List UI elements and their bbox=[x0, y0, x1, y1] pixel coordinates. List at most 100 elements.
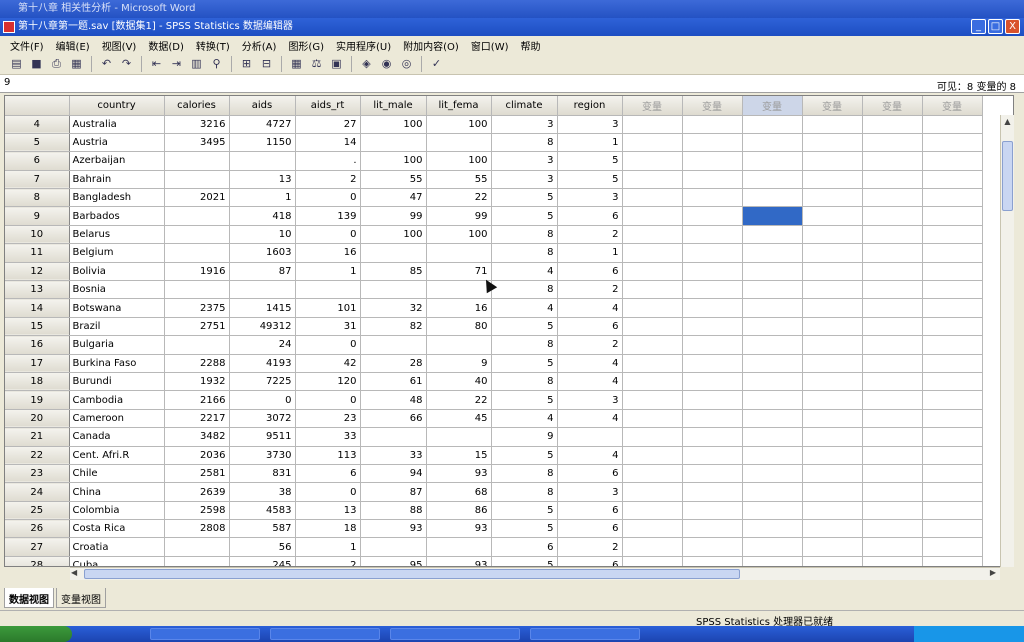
goto-variable-icon[interactable]: ⇥ bbox=[168, 55, 185, 72]
data-cell[interactable]: 2375 bbox=[164, 298, 230, 318]
empty-cell[interactable] bbox=[862, 390, 923, 410]
empty-variable-header[interactable]: 变量 bbox=[742, 96, 803, 116]
row-number[interactable]: 12 bbox=[5, 262, 70, 282]
empty-cell[interactable] bbox=[742, 188, 803, 208]
vertical-scroll-thumb[interactable] bbox=[1002, 141, 1013, 211]
empty-cell[interactable] bbox=[742, 243, 803, 263]
vertical-scrollbar[interactable]: ▲ bbox=[1000, 115, 1014, 567]
data-cell[interactable]: 2598 bbox=[164, 501, 230, 521]
data-cell[interactable]: 100 bbox=[426, 225, 492, 245]
data-cell[interactable]: 3495 bbox=[164, 133, 230, 153]
empty-cell[interactable] bbox=[802, 390, 863, 410]
cell-reference[interactable]: 9 bbox=[4, 77, 10, 88]
empty-variable-header[interactable]: 变量 bbox=[682, 96, 743, 116]
empty-cell[interactable] bbox=[622, 317, 683, 337]
data-cell[interactable]: 95 bbox=[360, 556, 427, 566]
empty-cell[interactable] bbox=[622, 115, 683, 134]
data-cell[interactable]: 100 bbox=[426, 151, 492, 171]
country-cell[interactable]: Cameroon bbox=[69, 409, 165, 429]
empty-cell[interactable] bbox=[622, 225, 683, 245]
empty-cell[interactable] bbox=[622, 390, 683, 410]
country-cell[interactable]: Colombia bbox=[69, 501, 165, 521]
data-cell[interactable] bbox=[164, 280, 230, 300]
country-cell[interactable]: China bbox=[69, 482, 165, 502]
empty-cell[interactable] bbox=[802, 188, 863, 208]
data-cell[interactable]: 4583 bbox=[229, 501, 296, 521]
data-cell[interactable]: 5 bbox=[491, 519, 558, 539]
empty-cell[interactable] bbox=[802, 372, 863, 392]
data-cell[interactable]: 6 bbox=[557, 556, 623, 566]
data-cell[interactable]: 100 bbox=[360, 115, 427, 134]
data-cell[interactable]: 113 bbox=[295, 446, 361, 465]
empty-cell[interactable] bbox=[742, 335, 803, 355]
row-number[interactable]: 25 bbox=[5, 501, 70, 521]
empty-cell[interactable] bbox=[922, 243, 983, 263]
row-number[interactable]: 16 bbox=[5, 335, 70, 355]
data-cell[interactable]: 3 bbox=[491, 170, 558, 190]
empty-cell[interactable] bbox=[622, 298, 683, 318]
empty-cell[interactable] bbox=[682, 501, 743, 521]
empty-cell[interactable] bbox=[742, 133, 803, 153]
empty-cell[interactable] bbox=[682, 206, 743, 226]
data-cell[interactable]: 93 bbox=[360, 519, 427, 539]
empty-cell[interactable] bbox=[742, 427, 803, 447]
country-cell[interactable]: Belarus bbox=[69, 225, 165, 245]
data-cell[interactable]: 4 bbox=[491, 262, 558, 282]
taskbar-item[interactable] bbox=[390, 628, 520, 640]
data-cell[interactable]: 87 bbox=[360, 482, 427, 502]
country-cell[interactable]: Burkina Faso bbox=[69, 354, 165, 373]
row-number[interactable]: 27 bbox=[5, 537, 70, 557]
split-file-icon[interactable]: ▦ bbox=[288, 55, 305, 72]
data-cell[interactable]: 0 bbox=[229, 390, 296, 410]
empty-cell[interactable] bbox=[862, 206, 923, 226]
empty-cell[interactable] bbox=[862, 427, 923, 447]
data-cell[interactable]: 55 bbox=[360, 170, 427, 190]
country-cell[interactable]: Austria bbox=[69, 133, 165, 153]
empty-cell[interactable] bbox=[922, 262, 983, 282]
data-cell[interactable]: 4727 bbox=[229, 115, 296, 134]
data-cell[interactable]: 42 bbox=[295, 354, 361, 373]
empty-cell[interactable] bbox=[622, 537, 683, 557]
menu-analyze[interactable]: 分析(A) bbox=[236, 36, 283, 53]
data-cell[interactable]: 31 bbox=[295, 317, 361, 337]
data-cell[interactable]: 47 bbox=[360, 188, 427, 208]
data-cell[interactable]: 99 bbox=[360, 206, 427, 226]
data-cell[interactable]: 2 bbox=[557, 280, 623, 300]
menu-utilities[interactable]: 实用程序(U) bbox=[330, 36, 397, 53]
data-cell[interactable] bbox=[295, 280, 361, 300]
data-cell[interactable]: 49312 bbox=[229, 317, 296, 337]
country-cell[interactable]: Bosnia bbox=[69, 280, 165, 300]
empty-cell[interactable] bbox=[922, 151, 983, 171]
empty-cell[interactable] bbox=[622, 501, 683, 521]
data-cell[interactable]: 71 bbox=[426, 262, 492, 282]
data-cell[interactable] bbox=[426, 427, 492, 447]
print-icon[interactable]: ⎙ bbox=[48, 55, 65, 72]
data-cell[interactable]: 32 bbox=[360, 298, 427, 318]
row-number[interactable]: 14 bbox=[5, 298, 70, 318]
data-cell[interactable]: 2808 bbox=[164, 519, 230, 539]
data-cell[interactable]: 2581 bbox=[164, 464, 230, 484]
data-cell[interactable]: 100 bbox=[426, 115, 492, 134]
data-cell[interactable]: 86 bbox=[426, 501, 492, 521]
data-cell[interactable]: 100 bbox=[360, 225, 427, 245]
empty-cell[interactable] bbox=[742, 262, 803, 282]
insert-variable-icon[interactable]: ⊟ bbox=[258, 55, 275, 72]
country-cell[interactable]: Cuba bbox=[69, 556, 165, 566]
open-folder-icon[interactable]: ▤ bbox=[8, 55, 25, 72]
data-cell[interactable]: 5 bbox=[491, 317, 558, 337]
data-cell[interactable]: 2217 bbox=[164, 409, 230, 429]
data-cell[interactable]: 3 bbox=[557, 115, 623, 134]
taskbar-item[interactable] bbox=[270, 628, 380, 640]
data-cell[interactable]: 87 bbox=[229, 262, 296, 282]
data-cell[interactable]: 5 bbox=[491, 446, 558, 465]
data-cell[interactable] bbox=[164, 170, 230, 190]
data-cell[interactable]: 2 bbox=[557, 335, 623, 355]
empty-cell[interactable] bbox=[622, 519, 683, 539]
empty-cell[interactable] bbox=[802, 335, 863, 355]
data-cell[interactable]: 55 bbox=[426, 170, 492, 190]
empty-cell[interactable] bbox=[682, 243, 743, 263]
row-number[interactable]: 9 bbox=[5, 206, 70, 226]
data-cell[interactable]: 1 bbox=[557, 243, 623, 263]
row-number[interactable]: 18 bbox=[5, 372, 70, 392]
dialog-recall-icon[interactable]: ▦ bbox=[68, 55, 85, 72]
